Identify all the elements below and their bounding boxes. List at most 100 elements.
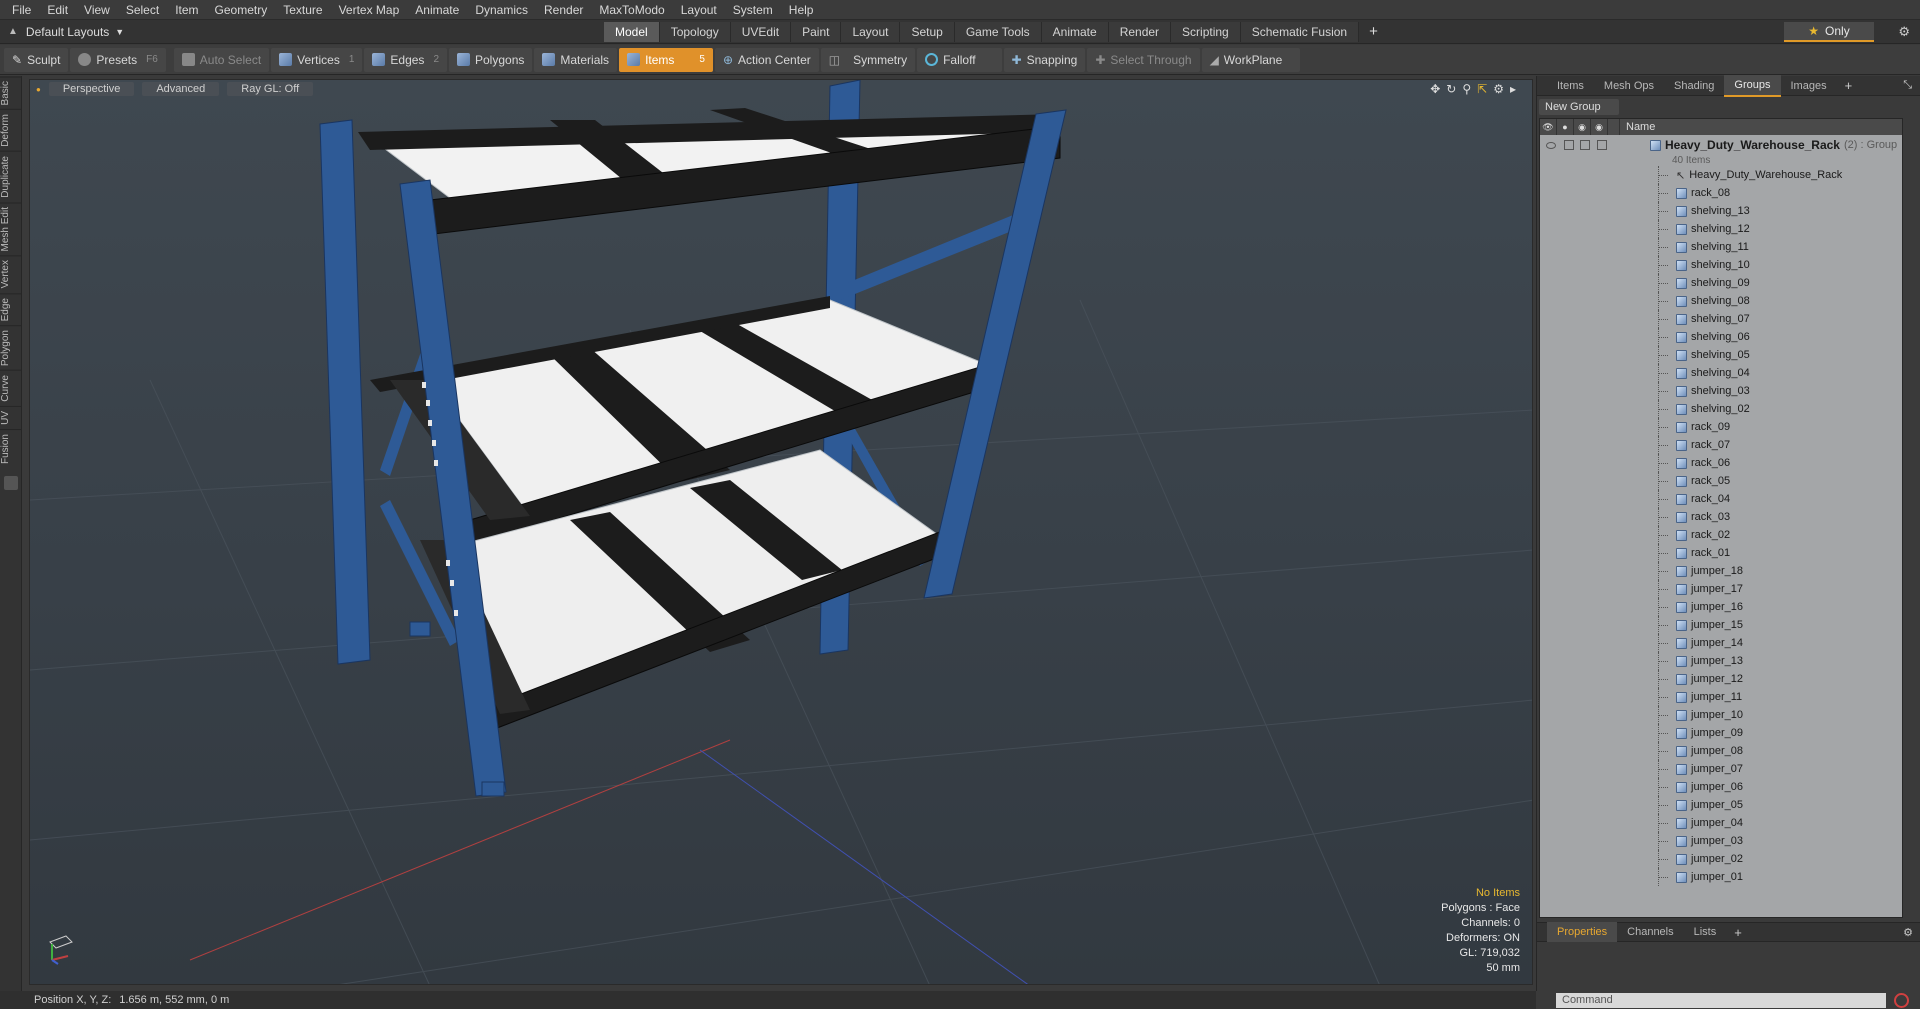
list-item[interactable]: jumper_09 bbox=[1540, 724, 1902, 742]
panel-tab-shading[interactable]: Shading bbox=[1664, 76, 1724, 96]
layout-selector[interactable]: Default Layouts ▼ bbox=[26, 25, 124, 39]
select-column-icon[interactable]: ◉ bbox=[1591, 119, 1608, 135]
tab-layout[interactable]: Layout bbox=[841, 22, 901, 42]
tab-paint[interactable]: Paint bbox=[791, 22, 842, 42]
list-item[interactable]: jumper_11 bbox=[1540, 688, 1902, 706]
menu-item[interactable]: Item bbox=[167, 0, 206, 20]
menu-animate[interactable]: Animate bbox=[407, 0, 467, 20]
list-item[interactable]: jumper_10 bbox=[1540, 706, 1902, 724]
new-group-button[interactable]: New Group bbox=[1539, 99, 1619, 115]
menu-edit[interactable]: Edit bbox=[39, 0, 76, 20]
menu-file[interactable]: File bbox=[4, 0, 39, 20]
list-item[interactable]: jumper_08 bbox=[1540, 742, 1902, 760]
view-mode-button[interactable]: Perspective bbox=[48, 82, 135, 96]
visibility-eye-icon[interactable] bbox=[1546, 141, 1556, 149]
toggle-box-icon[interactable] bbox=[1597, 140, 1607, 150]
list-item[interactable]: rack_06 bbox=[1540, 454, 1902, 472]
list-item[interactable]: shelving_09 bbox=[1540, 274, 1902, 292]
list-item[interactable]: jumper_05 bbox=[1540, 796, 1902, 814]
left-tab-vertex[interactable]: Vertex bbox=[0, 255, 22, 293]
menu-view[interactable]: View bbox=[76, 0, 118, 20]
menu-texture[interactable]: Texture bbox=[275, 0, 330, 20]
panel-tab-images[interactable]: Images bbox=[1781, 76, 1837, 96]
layout-toggle-icon[interactable]: ▲ bbox=[8, 26, 18, 37]
bottom-tab-properties[interactable]: Properties bbox=[1547, 922, 1618, 942]
left-tab-mesh-edit[interactable]: Mesh Edit bbox=[0, 201, 22, 256]
presets-button[interactable]: Presets F6 bbox=[70, 47, 166, 72]
tab-model[interactable]: Model bbox=[604, 22, 660, 42]
scene-canvas[interactable] bbox=[30, 80, 1533, 985]
list-item[interactable]: jumper_04 bbox=[1540, 814, 1902, 832]
tab-schematic-fusion[interactable]: Schematic Fusion bbox=[1240, 22, 1360, 42]
items-button[interactable]: Items 5 bbox=[619, 47, 713, 72]
select-through-button[interactable]: ✚ Select Through bbox=[1087, 47, 1200, 72]
action-center-button[interactable]: ⊕ Action Center bbox=[714, 47, 819, 72]
only-button[interactable]: ★ Only bbox=[1784, 22, 1874, 42]
list-item[interactable]: jumper_12 bbox=[1540, 670, 1902, 688]
left-tab-uv[interactable]: UV bbox=[0, 405, 22, 429]
list-item[interactable]: shelving_06 bbox=[1540, 328, 1902, 346]
list-item[interactable]: jumper_17 bbox=[1540, 580, 1902, 598]
list-item[interactable]: rack_05 bbox=[1540, 472, 1902, 490]
3d-viewport[interactable]: ● Perspective Advanced Ray GL: Off ✥ ↻ ⚲… bbox=[29, 79, 1533, 985]
bottom-tab-lists[interactable]: Lists bbox=[1684, 922, 1727, 942]
fit-view-icon[interactable]: ⇱ bbox=[1477, 82, 1487, 96]
command-input[interactable]: Command bbox=[1556, 993, 1886, 1008]
list-item[interactable]: rack_04 bbox=[1540, 490, 1902, 508]
snapping-button[interactable]: ✚ Snapping bbox=[1003, 47, 1086, 72]
stop-icon[interactable] bbox=[1894, 993, 1909, 1008]
bottom-tab-channels[interactable]: Channels bbox=[1617, 922, 1683, 942]
menu-geometry[interactable]: Geometry bbox=[207, 0, 276, 20]
polygons-button[interactable]: Polygons bbox=[449, 47, 533, 72]
left-tab-duplicate[interactable]: Duplicate bbox=[0, 151, 22, 202]
vertices-button[interactable]: Vertices 1 bbox=[271, 47, 363, 72]
list-item[interactable]: shelving_02 bbox=[1540, 400, 1902, 418]
list-item[interactable]: shelving_07 bbox=[1540, 310, 1902, 328]
list-item[interactable]: ↖ Heavy_Duty_Warehouse_Rack bbox=[1540, 166, 1902, 184]
list-item[interactable]: jumper_01 bbox=[1540, 868, 1902, 886]
viewport-expand-icon[interactable]: ▸ bbox=[1510, 82, 1516, 96]
raygl-button[interactable]: Ray GL: Off bbox=[227, 82, 314, 96]
materials-button[interactable]: Materials bbox=[534, 47, 618, 72]
list-item[interactable]: jumper_03 bbox=[1540, 832, 1902, 850]
left-tab-extra-icon[interactable] bbox=[3, 475, 18, 490]
list-item[interactable]: shelving_13 bbox=[1540, 202, 1902, 220]
tab-render[interactable]: Render bbox=[1108, 22, 1172, 42]
falloff-button[interactable]: Falloff bbox=[917, 47, 1002, 72]
left-tab-curve[interactable]: Curve bbox=[0, 370, 22, 406]
shading-mode-button[interactable]: Advanced bbox=[142, 82, 220, 96]
bottom-panel-gear-icon[interactable]: ⚙ bbox=[1903, 926, 1913, 939]
auto-select-button[interactable]: Auto Select bbox=[173, 47, 270, 72]
menu-help[interactable]: Help bbox=[781, 0, 822, 20]
list-item[interactable]: shelving_08 bbox=[1540, 292, 1902, 310]
render-column-icon[interactable]: ● bbox=[1557, 119, 1574, 135]
tab-scripting[interactable]: Scripting bbox=[1171, 22, 1241, 42]
group-row[interactable]: Heavy_Duty_Warehouse_Rack (2) : Group bbox=[1540, 136, 1902, 154]
panel-tab-mesh-ops[interactable]: Mesh Ops bbox=[1594, 76, 1664, 96]
tab-animate[interactable]: Animate bbox=[1041, 22, 1109, 42]
list-item[interactable]: jumper_07 bbox=[1540, 760, 1902, 778]
left-tab-polygon[interactable]: Polygon bbox=[0, 325, 22, 371]
lock-column-icon[interactable]: ◉ bbox=[1574, 119, 1591, 135]
menu-select[interactable]: Select bbox=[118, 0, 167, 20]
add-bottom-tab-icon[interactable]: + bbox=[1726, 925, 1750, 940]
menu-vertex-map[interactable]: Vertex Map bbox=[331, 0, 408, 20]
left-tab-basic[interactable]: Basic bbox=[0, 76, 22, 110]
list-item[interactable]: shelving_10 bbox=[1540, 256, 1902, 274]
tab-setup[interactable]: Setup bbox=[900, 22, 955, 42]
list-item[interactable]: rack_01 bbox=[1540, 544, 1902, 562]
tab-uvedit[interactable]: UVEdit bbox=[730, 22, 792, 42]
left-tab-deform[interactable]: Deform bbox=[0, 109, 22, 152]
move-view-icon[interactable]: ✥ bbox=[1430, 82, 1440, 96]
list-item[interactable]: jumper_18 bbox=[1540, 562, 1902, 580]
viewport-menu-icon[interactable]: ● bbox=[36, 85, 41, 94]
list-item[interactable]: rack_08 bbox=[1540, 184, 1902, 202]
menu-layout[interactable]: Layout bbox=[673, 0, 725, 20]
symmetry-button[interactable]: ◫ Symmetry bbox=[820, 47, 916, 72]
name-column-header[interactable]: Name bbox=[1620, 121, 1655, 133]
list-item[interactable]: rack_07 bbox=[1540, 436, 1902, 454]
edges-button[interactable]: Edges 2 bbox=[364, 47, 447, 72]
list-item[interactable]: rack_02 bbox=[1540, 526, 1902, 544]
panel-tab-groups[interactable]: Groups bbox=[1724, 74, 1781, 97]
gear-icon[interactable]: ⚙ bbox=[1898, 24, 1910, 40]
